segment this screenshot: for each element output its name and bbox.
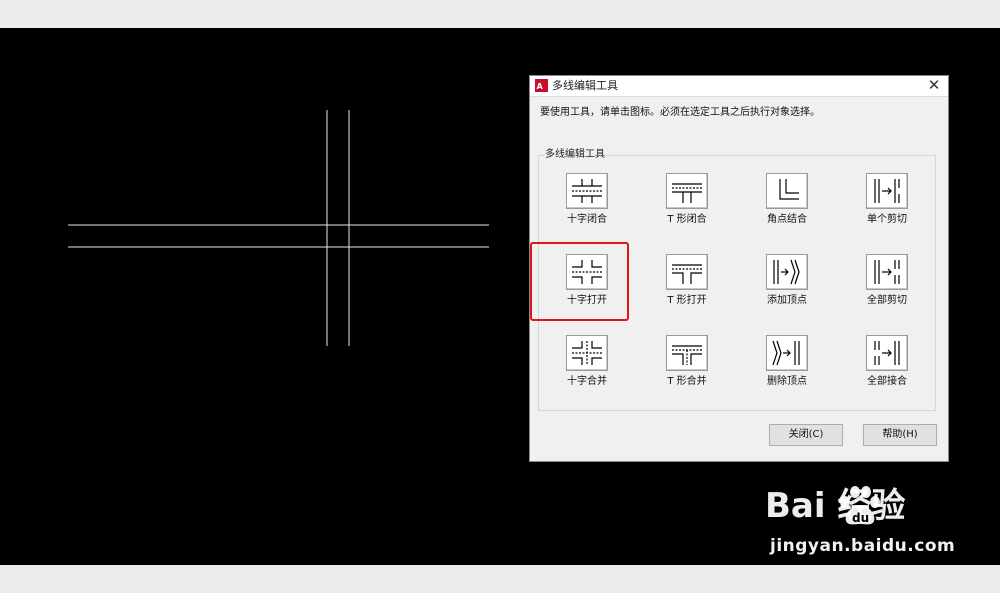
tool-label: 角点结合 <box>767 214 807 225</box>
tool-weld-all[interactable]: 全部接合 <box>842 335 932 399</box>
tool-label: 单个剪切 <box>867 214 907 225</box>
tool-add-vertex[interactable]: 添加顶点 <box>742 254 832 318</box>
tool-cut-all[interactable]: 全部剪切 <box>842 254 932 318</box>
tool-corner-joint[interactable]: 角点结合 <box>742 173 832 237</box>
svg-text:du: du <box>852 511 869 525</box>
tool-label: 十字闭合 <box>567 214 607 225</box>
svg-text:A: A <box>537 82 544 91</box>
tool-label: T 形合并 <box>667 376 707 387</box>
delete-vertex-icon <box>766 335 808 371</box>
baidu-jingyan-watermark: Bai 经验 du jingyan.baidu.com <box>765 486 955 566</box>
add-vertex-icon <box>766 254 808 290</box>
tool-label: 全部剪切 <box>867 295 907 306</box>
merged-cross-icon <box>566 335 608 371</box>
tool-cut-single[interactable]: 单个剪切 <box>842 173 932 237</box>
tool-merged-cross[interactable]: 十字合并 <box>542 335 632 399</box>
tool-label: T 形闭合 <box>667 214 707 225</box>
tool-label: 十字合并 <box>567 376 607 387</box>
tool-closed-cross[interactable]: 十字闭合 <box>542 173 632 237</box>
cut-single-icon <box>866 173 908 209</box>
watermark-url: jingyan.baidu.com <box>770 536 956 556</box>
tool-delete-vertex[interactable]: 删除顶点 <box>742 335 832 399</box>
merged-tee-icon <box>666 335 708 371</box>
open-tee-icon <box>666 254 708 290</box>
tool-closed-tee[interactable]: T 形闭合 <box>642 173 732 237</box>
baidu-paw-icon: du <box>840 486 880 525</box>
groupbox-title: 多线编辑工具 <box>544 149 606 161</box>
weld-all-icon <box>866 335 908 371</box>
cut-all-icon <box>866 254 908 290</box>
corner-joint-icon <box>766 173 808 209</box>
autocad-app-icon: A <box>535 79 548 92</box>
close-button[interactable]: 关闭(C) <box>769 424 843 446</box>
tool-label: 删除顶点 <box>767 376 807 387</box>
tool-label: T 形打开 <box>667 295 707 306</box>
closed-tee-icon <box>666 173 708 209</box>
dialog-titlebar[interactable]: A 多线编辑工具 ✕ <box>530 76 948 97</box>
closed-cross-icon <box>566 173 608 209</box>
dialog-title: 多线编辑工具 <box>552 79 618 92</box>
tool-merged-tee[interactable]: T 形合并 <box>642 335 732 399</box>
close-icon[interactable]: ✕ <box>926 76 942 96</box>
help-button[interactable]: 帮助(H) <box>863 424 937 446</box>
tool-label: 全部接合 <box>867 376 907 387</box>
highlight-box <box>530 242 629 321</box>
instruction-text: 要使用工具，请单击图标。必须在选定工具之后执行对象选择。 <box>540 107 820 118</box>
tool-label: 添加顶点 <box>767 295 807 306</box>
tool-open-tee[interactable]: T 形打开 <box>642 254 732 318</box>
